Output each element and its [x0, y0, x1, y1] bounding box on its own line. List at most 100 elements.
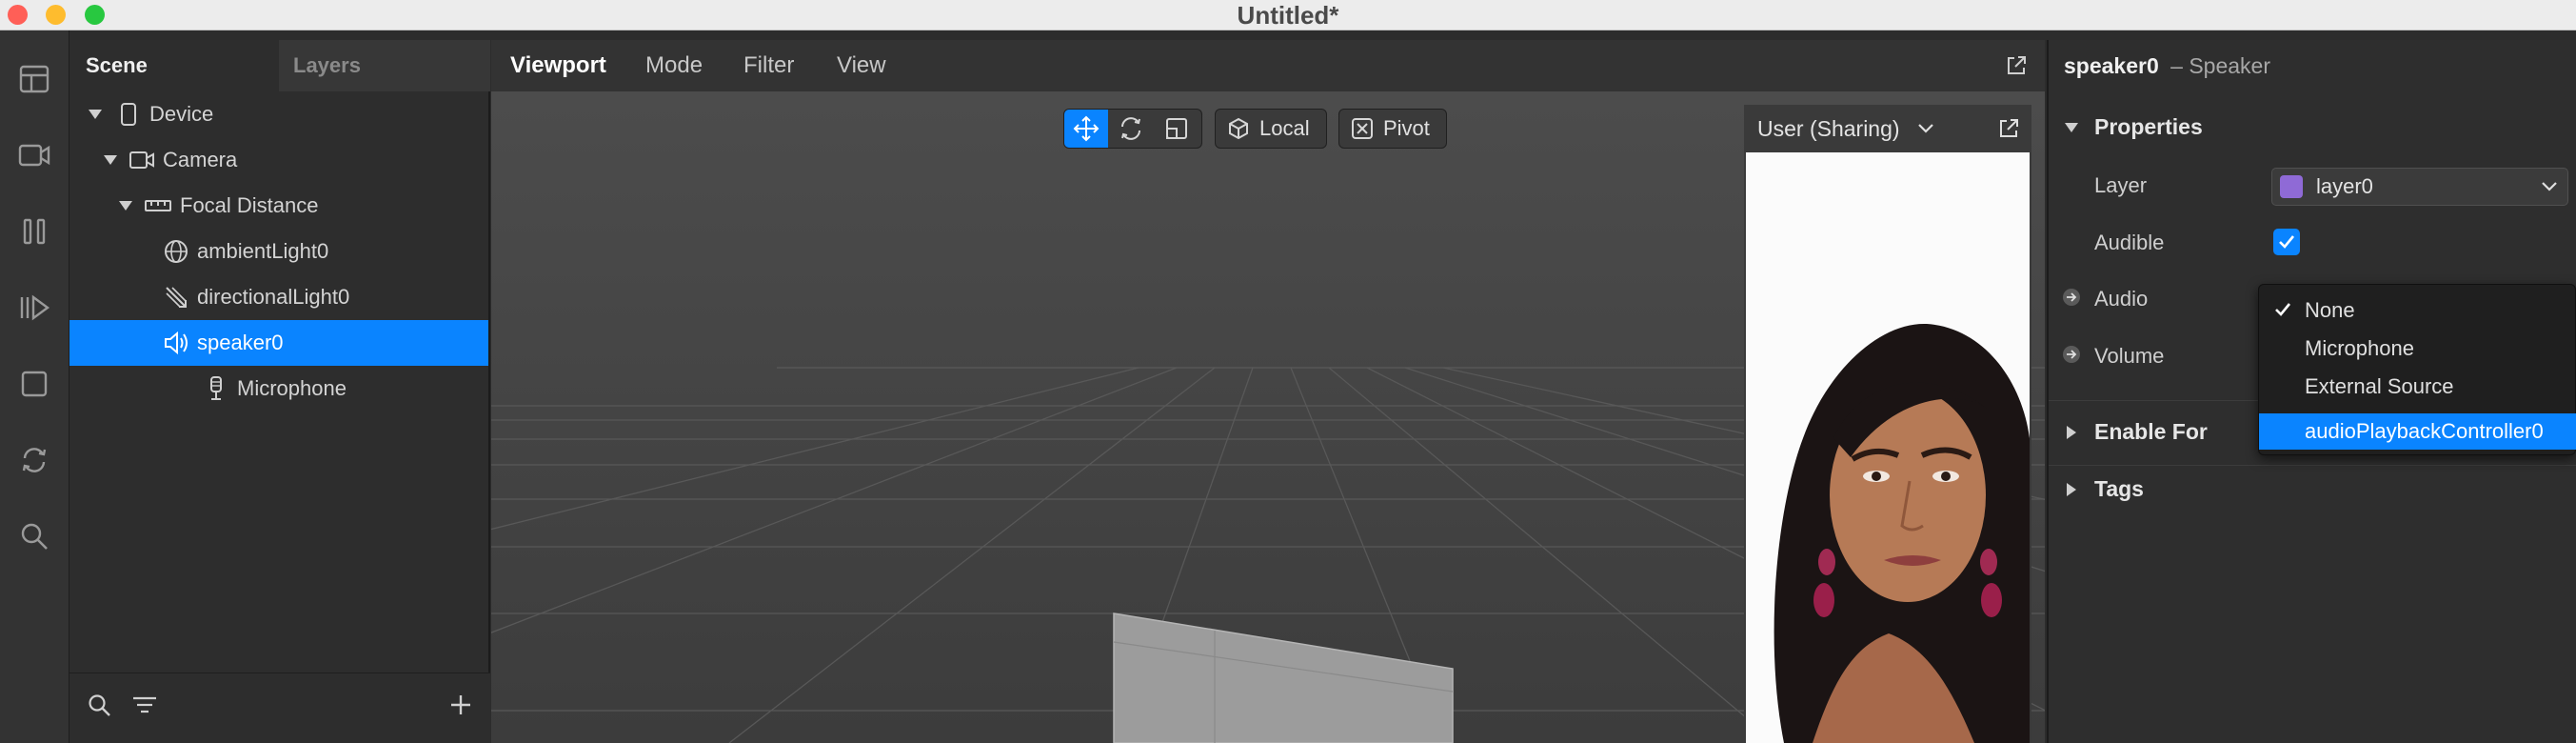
properties-section-header[interactable]: Properties — [2064, 114, 2203, 140]
menu-filter[interactable]: Filter — [743, 40, 794, 91]
dropdown-option-label: None — [2305, 298, 2355, 322]
activity-bar — [0, 30, 69, 743]
tree-item-speaker0[interactable]: speaker0 — [69, 320, 488, 366]
tree-item-directionallight0[interactable]: directionalLight0 — [69, 274, 488, 320]
volume-link-icon[interactable] — [2062, 345, 2081, 364]
enable-for-title: Enable For — [2094, 419, 2208, 444]
play-step-icon[interactable] — [10, 284, 58, 331]
dropdown-option-external-source[interactable]: External Source — [2259, 369, 2576, 405]
pivot-button[interactable]: Pivot — [1338, 109, 1447, 149]
chevron-down-icon — [2064, 122, 2079, 133]
chevron-down-icon[interactable] — [85, 104, 106, 125]
layer-color-swatch — [2280, 175, 2303, 198]
tab-scene-label: Scene — [86, 53, 148, 77]
sync-icon[interactable] — [10, 436, 58, 484]
tree-item-label: directionalLight0 — [197, 285, 350, 309]
tree-item-label: Microphone — [237, 376, 347, 400]
tree-item-device[interactable]: Device — [69, 91, 488, 137]
dropdown-option-label: Microphone — [2305, 336, 2414, 360]
pause-icon[interactable] — [10, 208, 58, 255]
person-photo — [1746, 152, 2030, 743]
transform-tool-group — [1063, 109, 1202, 149]
dropdown-option-audioplaybackcontroller0[interactable]: audioPlaybackController0 — [2259, 413, 2576, 450]
scene-tabs: Scene Layers — [69, 40, 490, 91]
tab-scene[interactable]: Scene — [69, 40, 279, 91]
layer-select[interactable]: layer0 — [2271, 168, 2568, 206]
layer-value: layer0 — [2316, 174, 2373, 198]
object-name: speaker0 — [2064, 53, 2159, 78]
dropdown-option-none[interactable]: None — [2259, 292, 2576, 329]
scene-panel: Scene Layers Device Camera Focal Distanc… — [69, 40, 490, 743]
tree-item-label: Camera — [163, 148, 238, 171]
chevron-right-icon — [2066, 425, 2077, 440]
tree-item-label: Focal Distance — [180, 193, 319, 217]
camera-icon — [129, 147, 155, 173]
dropdown-option-label: audioPlaybackController0 — [2305, 419, 2544, 443]
title-bar: Untitled* — [0, 0, 2576, 30]
tree-item-label: ambientLight0 — [197, 239, 329, 263]
audio-label: Audio — [2094, 287, 2149, 311]
tags-title: Tags — [2094, 476, 2144, 501]
object-type: – Speaker — [2170, 53, 2270, 78]
tree-item-camera[interactable]: Camera — [69, 137, 488, 183]
tags-section-header[interactable]: Tags — [2066, 476, 2144, 502]
scale-icon — [1164, 116, 1189, 141]
viewport-menu-bar: Viewport Mode Filter View — [491, 40, 2045, 91]
search-icon[interactable] — [10, 512, 58, 560]
preview-camera-select[interactable]: User (Sharing) — [1757, 105, 1934, 152]
layer-label: Layer — [2094, 173, 2148, 197]
tree-item-label: Device — [149, 102, 214, 126]
audible-checkbox[interactable] — [2273, 229, 2300, 255]
menu-viewport[interactable]: Viewport — [510, 40, 606, 91]
pivot-label: Pivot — [1383, 116, 1430, 140]
tree-item-focal-distance[interactable]: Focal Distance — [69, 183, 488, 229]
dropdown-option-microphone[interactable]: Microphone — [2259, 331, 2576, 367]
enable-for-section-header[interactable]: Enable For — [2066, 419, 2208, 445]
window-title: Untitled* — [1237, 1, 1339, 30]
chevron-down-icon — [1917, 123, 1934, 134]
move-tool-button[interactable] — [1064, 110, 1108, 148]
globe-icon — [163, 238, 189, 265]
open-external-icon[interactable] — [1997, 117, 2020, 140]
cube-icon — [1227, 117, 1250, 140]
local-label: Local — [1259, 116, 1310, 140]
tree-item-label: speaker0 — [197, 331, 284, 354]
rotate-tool-button[interactable] — [1108, 110, 1154, 148]
chevron-down-icon[interactable] — [100, 150, 121, 171]
scene-footer — [69, 673, 490, 743]
menu-mode[interactable]: Mode — [645, 40, 703, 91]
dropdown-option-label: External Source — [2305, 374, 2454, 398]
chevron-right-icon — [2066, 482, 2077, 497]
divider — [2049, 465, 2576, 466]
focal-distance-icon — [144, 192, 172, 219]
tree-item-microphone[interactable]: Microphone — [69, 366, 488, 412]
volume-label: Volume — [2094, 344, 2165, 368]
square-icon[interactable] — [10, 360, 58, 408]
search-icon[interactable] — [87, 693, 111, 717]
camera-feed-image — [1746, 152, 2030, 743]
speaker-icon — [163, 330, 189, 356]
video-icon[interactable] — [10, 131, 58, 179]
inspector-header: speaker0 – Speaker — [2064, 40, 2270, 91]
device-icon — [115, 101, 142, 128]
menu-view[interactable]: View — [837, 40, 886, 91]
tab-layers[interactable]: Layers — [279, 40, 490, 91]
tab-layers-label: Layers — [293, 53, 361, 77]
scale-tool-button[interactable] — [1154, 110, 1199, 148]
preview-header: User (Sharing) — [1744, 105, 2031, 152]
filter-icon[interactable] — [132, 694, 157, 715]
tree-item-ambientlight0[interactable]: ambientLight0 — [69, 229, 488, 274]
properties-title: Properties — [2094, 114, 2203, 139]
audio-source-dropdown: None Microphone External Source audioPla… — [2258, 284, 2576, 455]
checkmark-icon — [2278, 234, 2295, 250]
layout-icon[interactable] — [10, 55, 58, 103]
add-object-icon[interactable] — [448, 693, 473, 717]
audible-label: Audible — [2094, 231, 2165, 254]
audio-link-icon[interactable] — [2062, 288, 2081, 307]
open-external-icon[interactable] — [2005, 54, 2028, 77]
checkmark-icon — [2274, 302, 2291, 317]
local-space-button[interactable]: Local — [1215, 109, 1327, 149]
directional-light-icon — [163, 284, 189, 311]
chevron-down-icon[interactable] — [115, 195, 136, 216]
chevron-down-icon — [2541, 181, 2558, 192]
